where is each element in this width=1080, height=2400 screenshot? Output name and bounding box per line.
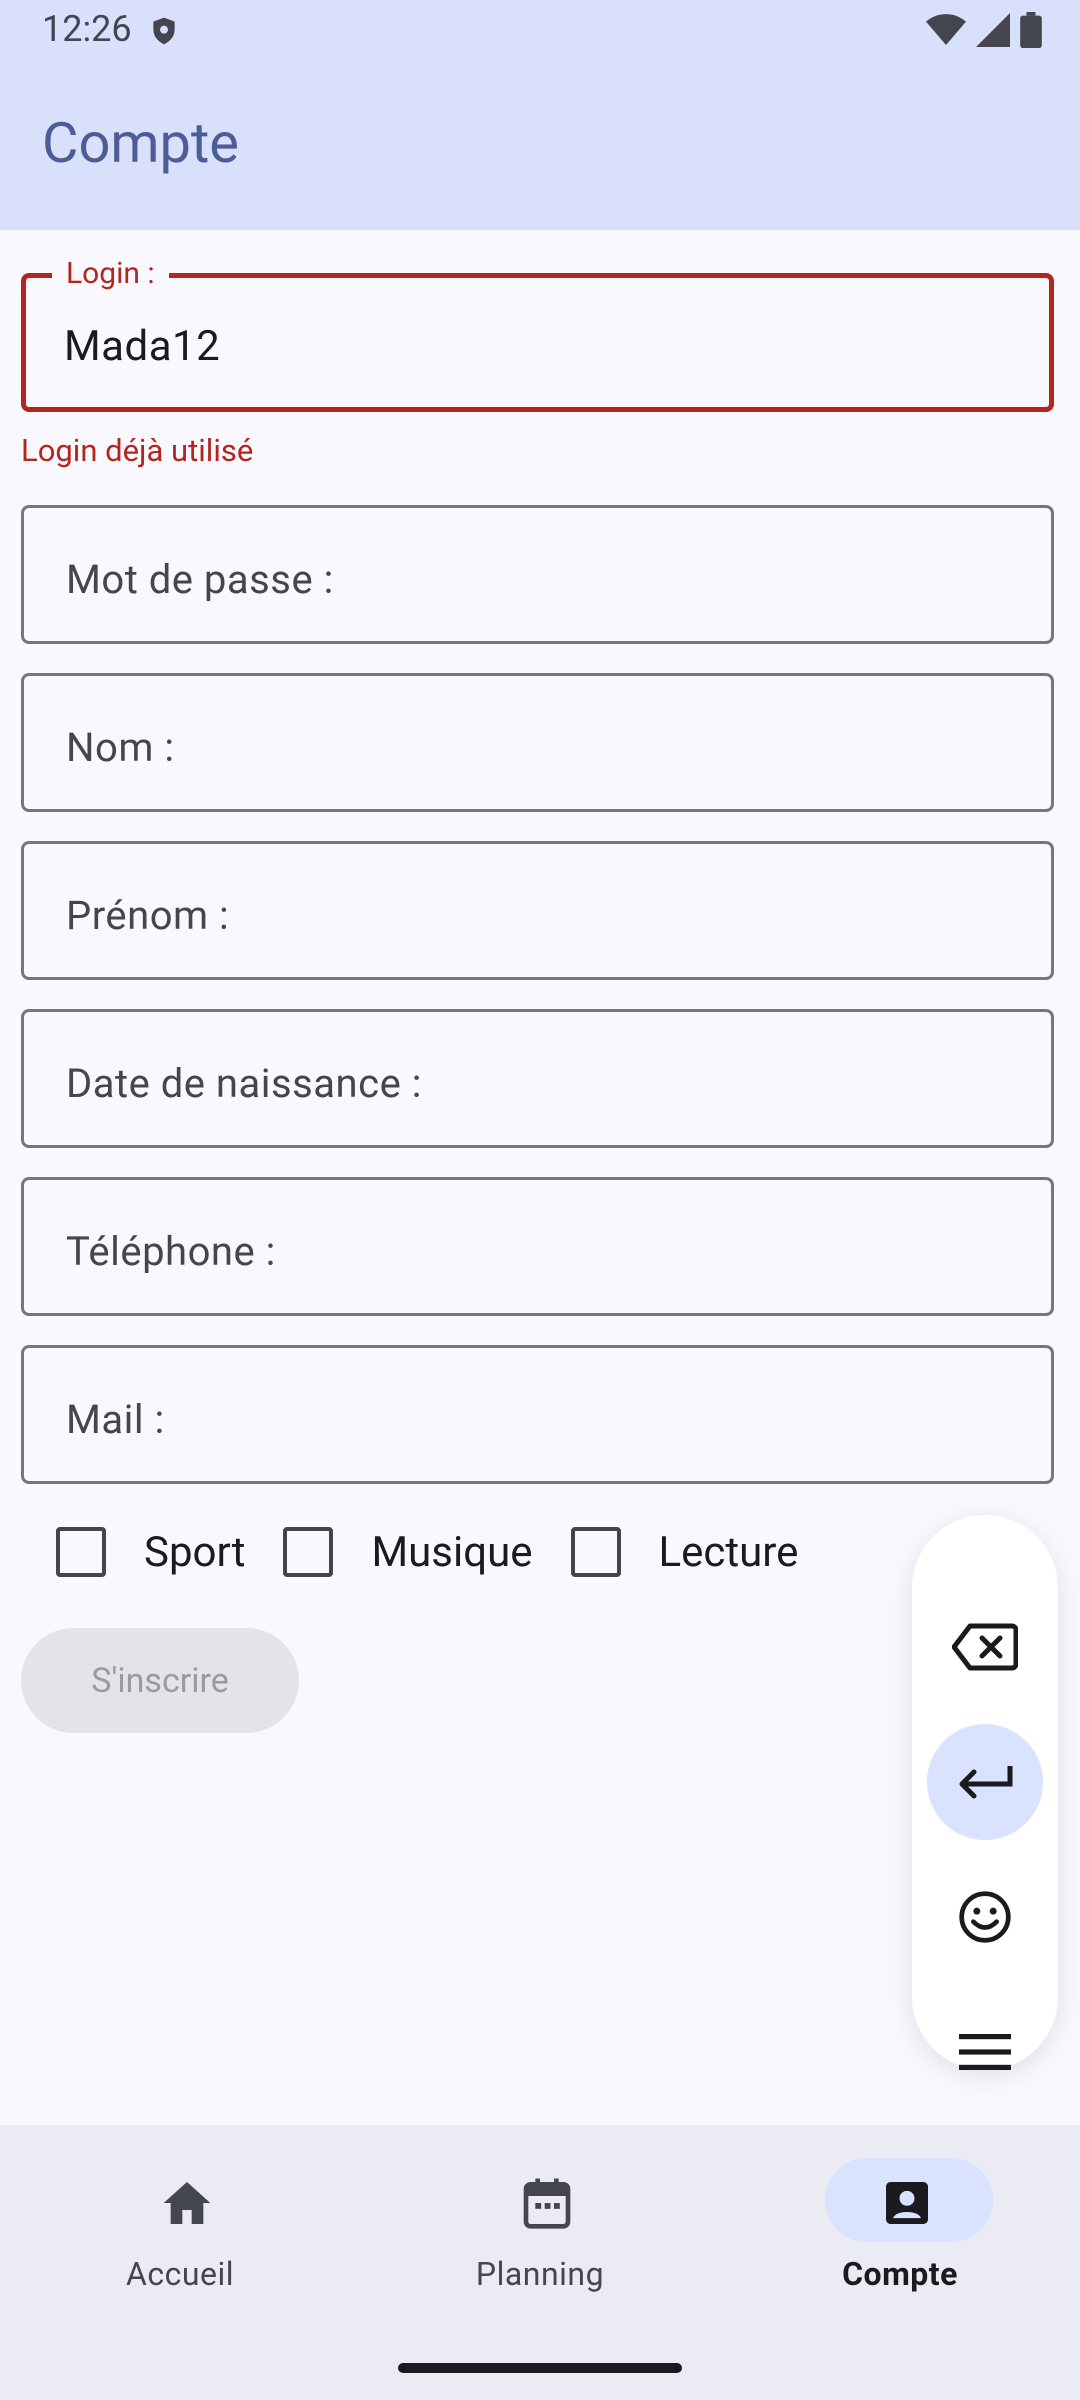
telephone-field[interactable]: Téléphone : [21, 1177, 1054, 1316]
calendar-icon [523, 2178, 571, 2229]
bottom-navigation: Accueil Planning Compte [0, 2125, 1080, 2400]
status-icons [926, 12, 1042, 48]
enter-button[interactable] [927, 1724, 1043, 1840]
login-value: Mada12 [64, 322, 221, 371]
login-error-text: Login déjà utilisé [21, 432, 254, 469]
menu-button[interactable] [927, 1994, 1043, 2110]
register-button-label: S'inscrire [91, 1660, 229, 1701]
nom-placeholder: Nom : [66, 724, 175, 771]
interests-checkboxes: Sport Musique Lecture [56, 1527, 836, 1577]
nav-item-compte[interactable]: Compte [720, 2125, 1080, 2400]
home-icon [163, 2182, 211, 2224]
nav-label-accueil: Accueil [125, 2255, 235, 2293]
nav-label-compte: Compte [842, 2255, 958, 2293]
prenom-field[interactable]: Prénom : [21, 841, 1054, 980]
nom-field[interactable]: Nom : [21, 673, 1054, 812]
menu-icon [959, 2034, 1011, 2070]
prenom-placeholder: Prénom : [66, 892, 230, 939]
account-box-icon [886, 2182, 928, 2224]
shield-icon [153, 17, 175, 45]
nav-item-accueil[interactable]: Accueil [0, 2125, 360, 2400]
mail-field[interactable]: Mail : [21, 1345, 1054, 1484]
nav-item-planning[interactable]: Planning [360, 2125, 720, 2400]
musique-checkbox[interactable] [283, 1527, 334, 1577]
lecture-label[interactable]: Lecture [659, 1528, 799, 1577]
status-time: 12:26 [42, 8, 132, 50]
nav-label-planning: Planning [475, 2255, 605, 2293]
emoji-button[interactable] [927, 1859, 1043, 1975]
top-app-bar: Compte [0, 60, 1080, 230]
cellular-signal-icon [976, 13, 1010, 47]
sport-checkbox[interactable] [56, 1527, 106, 1577]
battery-icon [1020, 12, 1042, 48]
telephone-placeholder: Téléphone : [66, 1228, 276, 1275]
page-title: Compte [42, 110, 239, 176]
birthdate-field[interactable]: Date de naissance : [21, 1009, 1054, 1148]
musique-label[interactable]: Musique [371, 1528, 532, 1577]
login-label: Login : [52, 256, 169, 291]
gesture-home-bar[interactable] [398, 2363, 682, 2373]
lecture-checkbox[interactable] [570, 1527, 621, 1577]
birthdate-placeholder: Date de naissance : [66, 1060, 422, 1107]
status-bar: 12:26 [0, 0, 1080, 60]
login-field[interactable]: Login : Mada12 [21, 256, 1054, 412]
enter-icon [959, 1766, 1013, 1799]
mail-placeholder: Mail : [66, 1396, 165, 1443]
backspace-button[interactable] [927, 1589, 1043, 1705]
backspace-icon [952, 1623, 1018, 1671]
register-button[interactable]: S'inscrire [21, 1628, 299, 1733]
keyboard-floating-panel [912, 1515, 1058, 2070]
emoji-icon [959, 1891, 1011, 1943]
password-placeholder: Mot de passe : [66, 556, 334, 603]
wifi-icon [926, 14, 966, 45]
sport-label[interactable]: Sport [144, 1528, 245, 1577]
password-field[interactable]: Mot de passe : [21, 505, 1054, 644]
